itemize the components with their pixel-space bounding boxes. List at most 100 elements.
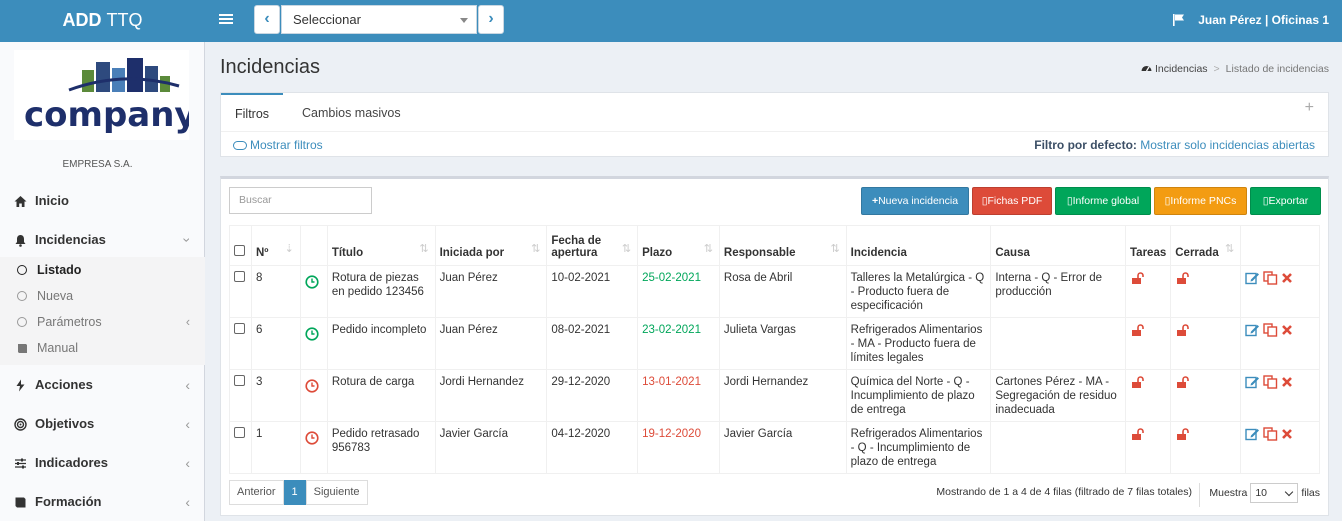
unlock-icon[interactable] [1130, 375, 1144, 389]
sidebar-subitem-listado[interactable]: Listado [0, 257, 205, 283]
delete-icon[interactable] [1281, 271, 1293, 289]
delete-icon[interactable] [1281, 375, 1293, 393]
edit-icon[interactable] [1245, 375, 1260, 393]
unlock-icon[interactable] [1175, 375, 1190, 389]
copy-icon[interactable] [1263, 375, 1278, 393]
sort-icon: ⇅ [1224, 243, 1235, 255]
page-button[interactable]: 1 [283, 480, 306, 505]
sidebar-item-inicio[interactable]: Inicio [0, 187, 205, 226]
column-header-n[interactable]: Nº ⇣ [250, 225, 301, 266]
column-header-titulo[interactable]: Título ⇅ [326, 225, 436, 266]
unlock-icon[interactable] [1175, 323, 1190, 337]
sort-icon: ⇅ [703, 243, 713, 255]
cell-tareas [1125, 421, 1172, 474]
row-checkbox[interactable] [234, 427, 245, 438]
column-header-causa: Causa [990, 225, 1127, 266]
unlock-icon[interactable] [1130, 427, 1144, 441]
global-report-button[interactable]: ▯Informe global [1055, 187, 1151, 215]
sidebar-item-objetivos[interactable]: Objetivos ‹ [0, 410, 205, 449]
page-title: Incidencias [220, 56, 321, 78]
incidents-table: Nº ⇣ Título ⇅ Iniciada por ⇅ Fecha de apert… [229, 225, 1320, 474]
sort-icon: ⇅ [830, 243, 840, 255]
sidebar-item-indicadores[interactable]: Indicadores ‹ [0, 449, 205, 488]
default-filter[interactable]: Filtro por defecto: Mostrar solo inciden… [1034, 138, 1315, 152]
company-name: EMPRESA S.A. [62, 159, 133, 170]
new-incident-button[interactable]: +Nueva incidencia [861, 187, 969, 215]
table-row[interactable]: 8 Rotura de piezas en pedido 123456 Juan P… [229, 265, 1320, 318]
cell-plazo: 23-02-2021 [637, 317, 720, 370]
office-select[interactable]: Seleccionar [281, 5, 477, 34]
app-brand[interactable]: ADD TTQ [0, 0, 205, 42]
circle-icon [17, 317, 27, 327]
row-checkbox[interactable] [234, 375, 245, 386]
cell-tareas [1125, 369, 1172, 422]
user-menu[interactable]: Juan Pérez | Oficinas 1 [1198, 13, 1329, 27]
sidebar-subitem-parametros[interactable]: Parámetros ‹ [0, 309, 205, 335]
sidebar: company EMPRESA S.A. Inicio Incidencias … [0, 42, 205, 521]
clock-icon [305, 327, 319, 341]
table-row[interactable]: 3 Rotura de carga Jordi Hernandez 29-12-202… [229, 369, 1320, 422]
cell-responsable: Jordi Hernandez [718, 369, 847, 422]
edit-icon[interactable] [1245, 271, 1260, 289]
sidebar-subitem-label: Listado [37, 263, 82, 277]
next-page-button[interactable]: Siguiente [305, 480, 368, 505]
column-header-plazo[interactable]: Plazo ⇅ [637, 225, 720, 266]
page-size-select[interactable]: 10 [1250, 483, 1299, 504]
copy-icon[interactable] [1263, 271, 1278, 289]
next-button[interactable]: › [478, 5, 504, 34]
row-checkbox[interactable] [234, 271, 245, 282]
tab-cambios-masivos[interactable]: Cambios masivos [288, 93, 415, 132]
copy-icon[interactable] [1263, 427, 1278, 445]
cell-cerrada [1170, 265, 1242, 318]
show-filters-link[interactable]: Mostrar filtros [233, 138, 323, 152]
plus-icon[interactable]: + [1305, 99, 1314, 117]
cell-tareas [1125, 265, 1172, 318]
cell-fecha: 29-12-2020 [546, 369, 639, 422]
bolt-icon [16, 379, 25, 392]
row-checkbox[interactable] [234, 323, 245, 334]
table-row[interactable]: 6 Pedido incompleto Juan Pérez 08-02-2021 23… [229, 317, 1320, 370]
prev-button[interactable]: ‹ [254, 5, 280, 34]
breadcrumb-item[interactable]: Incidencias [1155, 63, 1208, 75]
edit-icon[interactable] [1245, 427, 1260, 445]
cell-causa [990, 421, 1127, 474]
column-header-responsable[interactable]: Responsable ⇅ [718, 225, 847, 266]
copy-icon[interactable] [1263, 323, 1278, 341]
unlock-icon[interactable] [1175, 427, 1190, 441]
unlock-icon[interactable] [1130, 271, 1144, 285]
sliders-icon [15, 458, 26, 469]
delete-icon[interactable] [1281, 323, 1293, 341]
column-header-cerrada[interactable]: Cerrada ⇅ [1170, 225, 1242, 266]
cell-plazo: 13-01-2021 [637, 369, 720, 422]
page-size-label: Muestra [1209, 487, 1248, 499]
cell-n: 3 [250, 369, 301, 422]
sidebar-item-formacion[interactable]: Formación ‹ [0, 488, 205, 521]
sort-icon: ⇅ [531, 243, 541, 255]
sidebar-item-acciones[interactable]: Acciones ‹ [0, 371, 205, 410]
target-icon [14, 418, 27, 431]
tab-filtros[interactable]: Filtros [221, 93, 284, 132]
sidebar-subitem-nueva[interactable]: Nueva [0, 283, 205, 309]
sidebar-subitem-manual[interactable]: Manual [0, 335, 205, 361]
pnc-report-button[interactable]: ▯Informe PNCs [1154, 187, 1247, 215]
pdf-cards-button[interactable]: ▯Fichas PDF [972, 187, 1052, 215]
edit-icon[interactable] [1245, 323, 1260, 341]
chevron-left-icon: ‹ [185, 377, 190, 393]
cell-actions [1240, 421, 1320, 474]
prev-page-button[interactable]: Anterior [229, 480, 284, 505]
chevron-down-icon [1285, 487, 1294, 497]
circle-icon [17, 265, 27, 275]
menu-toggle-icon[interactable] [219, 12, 233, 30]
logo-text: company [24, 95, 189, 135]
unlock-icon[interactable] [1130, 323, 1144, 337]
sidebar-item-label: Inicio [35, 193, 69, 208]
column-header-iniciada[interactable]: Iniciada por ⇅ [434, 225, 548, 266]
column-header-fecha[interactable]: Fecha de apertura ⇅ [546, 225, 639, 266]
flag-icon[interactable] [1172, 13, 1186, 27]
export-button[interactable]: ▯Exportar [1250, 187, 1321, 215]
select-all-checkbox[interactable] [234, 245, 245, 256]
unlock-icon[interactable] [1175, 271, 1190, 285]
search-input[interactable]: Buscar [229, 187, 372, 214]
table-row[interactable]: 1 Pedido retrasado 956783 Javier García 04-… [229, 421, 1320, 474]
delete-icon[interactable] [1281, 427, 1293, 445]
